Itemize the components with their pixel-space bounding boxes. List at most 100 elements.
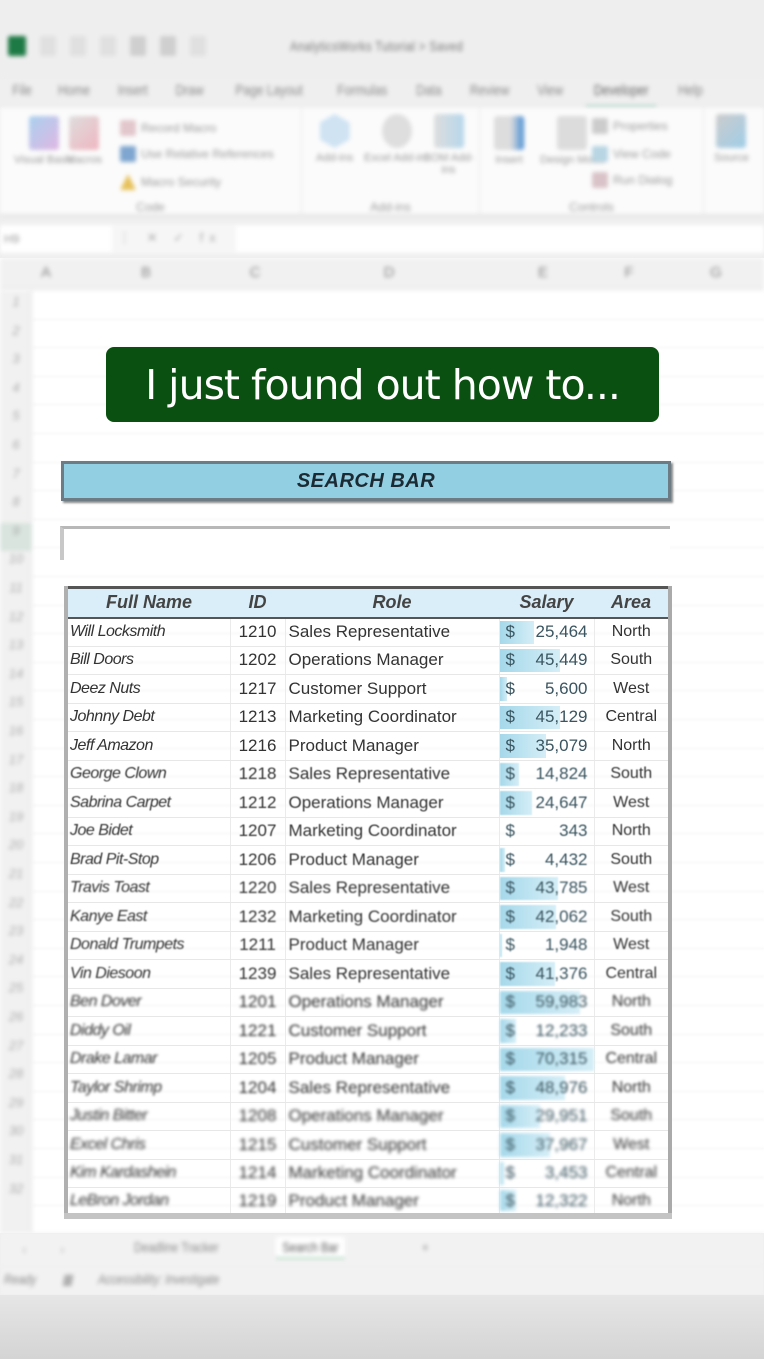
cell-role[interactable]: Sales Representative [285,1073,500,1103]
cell-role[interactable]: Operations Manager [285,1102,500,1131]
cell-salary[interactable]: $12,322 [499,1187,595,1217]
cell-salary[interactable]: $70,315 [499,1045,595,1074]
cell-id[interactable]: 1214 [230,1159,286,1188]
cell-role[interactable]: Marketing Coordinator [285,817,500,846]
ribbon-tab-draw[interactable]: Draw [167,78,211,108]
cell-role[interactable]: Customer Support [285,1016,500,1046]
column-header-e[interactable]: E [538,264,548,281]
cell-salary[interactable]: $5,600 [499,674,595,704]
sheet-tab-deadline-tracker[interactable]: Deadline Tracker [134,1239,219,1255]
cell-area[interactable]: Central [594,703,671,732]
row-header-21[interactable]: 21 [0,866,32,895]
cell-full-name[interactable]: Kanye East [66,902,231,932]
row-header-12[interactable]: 12 [0,609,32,638]
cell-area[interactable]: Central [594,1045,671,1074]
header-salary[interactable]: Salary [499,587,594,619]
undo-icon[interactable] [100,36,116,56]
cell-full-name[interactable]: Will Locksmith [66,617,231,647]
fx-icon[interactable]: ⋮ ✕ ✓ fx [118,230,222,246]
scroll-tabs-left-icon[interactable]: ‹ [22,1241,27,1257]
redo-icon[interactable] [130,36,146,56]
scroll-tabs-right-icon[interactable]: › [60,1241,65,1257]
cell-full-name[interactable]: Donald Trumpets [66,931,231,960]
cell-area[interactable]: South [594,902,671,932]
relative-references-button[interactable]: Use Relative References [120,146,274,162]
cell-area[interactable]: Central [594,959,671,989]
ribbon-tab-developer[interactable]: Developer [585,78,657,108]
cell-id[interactable]: 1201 [230,988,286,1017]
cell-id[interactable]: 1206 [230,845,286,875]
cell-area[interactable]: West [594,931,671,960]
search-input[interactable] [60,526,670,560]
cell-full-name[interactable]: Ben Dover [66,988,231,1017]
cell-full-name[interactable]: Kim Kardashein [66,1159,231,1188]
ribbon-tab-insert[interactable]: Insert [110,78,156,108]
cell-salary[interactable]: $25,464 [499,617,595,647]
cell-salary[interactable]: $1,948 [499,931,595,960]
row-header-28[interactable]: 28 [0,1066,32,1095]
run-dialog-button[interactable]: Run Dialog [592,172,672,188]
macro-security-button[interactable]: Macro Security [120,174,221,190]
cell-id[interactable]: 1205 [230,1045,286,1074]
cell-id[interactable]: 1239 [230,959,286,989]
cell-salary[interactable]: $4,432 [499,845,595,875]
cell-role[interactable]: Marketing Coordinator [285,902,500,932]
row-header-1[interactable]: 1 [0,294,32,323]
cell-full-name[interactable]: Taylor Shrimp [66,1073,231,1103]
cell-role[interactable]: Sales Representative [285,760,500,789]
visual-basic-button[interactable]: Visual Basic [14,116,74,166]
insert-control-button[interactable]: Insert [494,116,524,166]
row-header-4[interactable]: 4 [0,380,32,409]
cell-id[interactable]: 1208 [230,1102,286,1131]
row-header-23[interactable]: 23 [0,923,32,952]
cell-salary[interactable]: $14,824 [499,760,595,789]
row-header-7[interactable]: 7 [0,466,32,495]
ribbon-tab-formulas[interactable]: Formulas [329,78,395,108]
cell-area[interactable]: North [594,1073,671,1103]
cell-id[interactable]: 1210 [230,617,286,647]
customize-qat-icon[interactable] [190,36,206,56]
row-header-6[interactable]: 6 [0,437,32,466]
cell-role[interactable]: Sales Representative [285,874,500,903]
cell-salary[interactable]: $41,376 [499,959,595,989]
cell-id[interactable]: 1221 [230,1016,286,1046]
cell-area[interactable]: South [594,845,671,875]
cell-area[interactable]: North [594,617,671,647]
cell-salary[interactable]: $45,129 [499,703,595,732]
cell-salary[interactable]: $43,785 [499,874,595,903]
cell-full-name[interactable]: Diddy Oil [66,1016,231,1046]
column-header-b[interactable]: B [141,264,151,281]
cell-role[interactable]: Product Manager [285,845,500,875]
row-header-24[interactable]: 24 [0,952,32,981]
cell-salary[interactable]: $29,951 [499,1102,595,1131]
name-box[interactable]: H9 [0,226,112,252]
com-addins-button[interactable]: COM Add-ins [418,114,479,176]
cell-area[interactable]: South [594,760,671,789]
row-header-15[interactable]: 15 [0,694,32,723]
cell-role[interactable]: Marketing Coordinator [285,703,500,732]
cell-role[interactable]: Operations Manager [285,646,500,675]
cell-area[interactable]: West [594,874,671,903]
cell-full-name[interactable]: Travis Toast [66,874,231,903]
row-header-30[interactable]: 30 [0,1123,32,1152]
cell-id[interactable]: 1218 [230,760,286,789]
cell-area[interactable]: North [594,817,671,846]
ribbon-tab-home[interactable]: Home [50,78,98,108]
cell-salary[interactable]: $42,062 [499,902,595,932]
form-icon[interactable] [160,36,176,56]
add-sheet-button[interactable]: + [422,1239,429,1255]
cell-role[interactable]: Product Manager [285,1045,500,1074]
macros-button[interactable]: Macros [66,116,102,166]
row-header-8[interactable]: 8 [0,494,32,523]
cell-full-name[interactable]: Excel Chris [66,1130,231,1160]
ribbon-tab-page-layout[interactable]: Page Layout [227,78,310,108]
cell-salary[interactable]: $343 [499,817,595,846]
cell-full-name[interactable]: Bill Doors [66,646,231,675]
macro-recording-icon[interactable]: ▦ [62,1271,73,1288]
cell-role[interactable]: Product Manager [285,931,500,960]
column-header-f[interactable]: F [624,264,633,281]
cell-salary[interactable]: $12,233 [499,1016,595,1046]
addins-button[interactable]: Add-ins [316,114,353,164]
header-area[interactable]: Area [594,587,670,619]
row-header-11[interactable]: 11 [0,580,32,609]
